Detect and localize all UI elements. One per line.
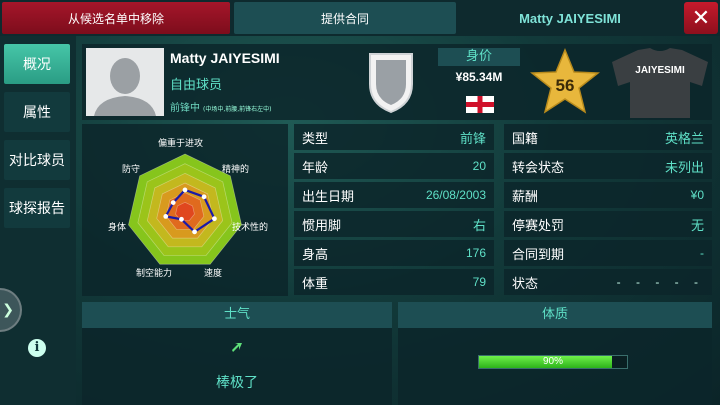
radar-label-mental: 精神的 <box>222 165 250 175</box>
info-icon[interactable]: i <box>28 339 46 357</box>
radar-label-defense: 防守 <box>122 165 141 175</box>
remove-from-shortlist-button[interactable]: 从候选名单中移除 <box>2 2 230 34</box>
jersey-icon <box>612 48 708 118</box>
top-bar: 从候选名单中移除 提供合同 Matty JAIYESIMI ✕ <box>0 0 720 36</box>
player-position: 前锋中 (中场中,前腰,前锋右左中) <box>170 103 272 114</box>
page-title: Matty JAIYESIMI <box>519 10 621 26</box>
sidebar-item-compare[interactable]: 对比球员 <box>4 140 70 180</box>
player-position-detail: (中场中,前腰,前锋右左中) <box>203 106 272 113</box>
sidebar-item-scout-report[interactable]: 球探报告 <box>4 188 70 228</box>
player-header: Matty JAIYESIMI 自由球员 前锋中 (中场中,前腰,前锋右左中) 身… <box>82 44 712 120</box>
close-icon: ✕ <box>691 5 711 31</box>
radar-label-aerial: 制空能力 <box>136 269 173 279</box>
info-row-transfer-status: 转会状态 未列出 <box>504 153 712 179</box>
radar-point <box>192 229 197 235</box>
radar-point <box>182 187 188 193</box>
radar-label-attack: 偏重于进攻 <box>158 139 204 149</box>
avatar <box>86 48 164 116</box>
fitness-bar: 90% <box>478 355 628 369</box>
contract-info-table: 国籍 英格兰 转会状态 未列出 薪酬 ¥0 停赛处罚无 合同到期 - 状态 - - - -… <box>504 124 712 296</box>
info-row-type: 类型 前锋 <box>294 124 494 150</box>
info-row-age: 年龄 20 <box>294 153 494 179</box>
arrow-up-right-icon <box>232 343 242 352</box>
chevron-right-icon: ❯ <box>2 302 14 318</box>
info-row-birthdate: 出生日期 26/08/2003 <box>294 182 494 208</box>
player-name: Matty JAIYESIMI <box>170 50 280 66</box>
morale-title: 士气 <box>82 302 392 328</box>
radar-point <box>179 216 184 222</box>
sidebar-item-overview[interactable]: 概况 <box>4 44 70 84</box>
info-row-contract-end: 合同到期 - <box>504 240 712 266</box>
sidebar-item-attributes[interactable]: 属性 <box>4 92 70 132</box>
jersey-name: JAIYESIMI <box>635 65 685 76</box>
value-label: 身价 <box>438 48 520 66</box>
england-flag-icon <box>466 96 494 113</box>
player-status: 自由球员 <box>170 78 223 93</box>
radar-label-physical: 身体 <box>108 223 127 233</box>
radar-label-technical: 技术性的 <box>232 223 269 233</box>
radar-point <box>163 213 169 219</box>
club-crest-icon <box>369 53 413 114</box>
info-row-foot: 惯用脚右 <box>294 211 494 237</box>
morale-panel: 士气 棒极了 <box>82 302 392 405</box>
info-row-suspension: 停赛处罚无 <box>504 211 712 237</box>
fitness-value: 90% <box>542 356 563 367</box>
info-row-nationality: 国籍 英格兰 <box>504 124 712 150</box>
close-button[interactable]: ✕ <box>684 2 718 34</box>
info-row-weight: 体重 79 <box>294 269 494 295</box>
attribute-radar: 偏重于进攻 精神的 技术性的 速度 制空能力 身体 防守 <box>82 124 288 296</box>
player-info-table: 类型 前锋 年龄 20 出生日期 26/08/2003 惯用脚右 身高 176 体重 79 <box>294 124 494 296</box>
fitness-title: 体质 <box>398 302 712 328</box>
radar-label-speed: 速度 <box>204 269 223 279</box>
offer-contract-button[interactable]: 提供合同 <box>234 2 456 34</box>
radar-point <box>212 216 217 222</box>
info-row-form: 状态 - - - - - <box>504 269 712 295</box>
info-row-wage: 薪酬 ¥0 <box>504 182 712 208</box>
player-rating: 56 <box>555 76 575 95</box>
info-row-height: 身高 176 <box>294 240 494 266</box>
fitness-panel: 体质 90% <box>398 302 712 405</box>
radar-point <box>170 200 176 205</box>
player-value: ¥85.34M <box>455 70 503 84</box>
morale-value: 棒极了 <box>216 375 258 391</box>
radar-point <box>201 194 207 200</box>
radar-chart <box>128 153 242 265</box>
